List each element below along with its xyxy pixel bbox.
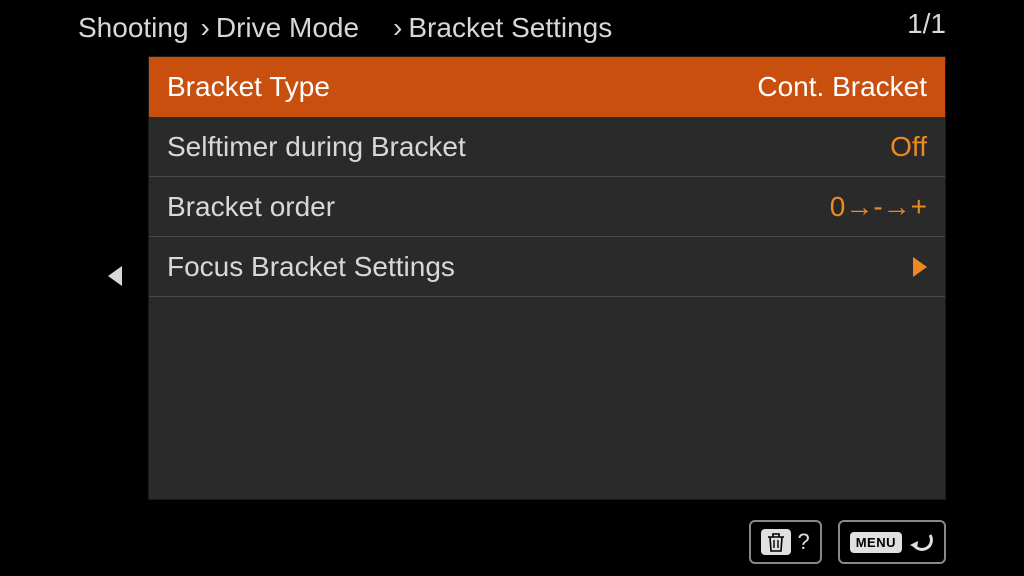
menu-icon: MENU [850, 532, 902, 553]
menu-panel: Bracket Type Cont. Bracket Selftimer dur… [148, 56, 946, 500]
back-arrow-icon [908, 531, 934, 553]
page-indicator: 1/1 [907, 8, 946, 40]
menu-item-focus-bracket-settings[interactable]: Focus Bracket Settings [149, 237, 945, 297]
menu-item-selftimer-bracket[interactable]: Selftimer during Bracket Off [149, 117, 945, 177]
menu-item-label: Bracket Type [167, 71, 330, 103]
menu-item-label: Focus Bracket Settings [167, 251, 455, 283]
breadcrumb-separator: › [201, 12, 210, 44]
breadcrumb-separator: › [393, 12, 402, 44]
footer-bar: ? MENU [749, 520, 946, 564]
help-label: ? [797, 529, 809, 555]
camera-menu-screen: Shooting › Drive Mode › Bracket Settings… [0, 0, 1024, 576]
submenu-indicator [913, 257, 927, 277]
trash-icon [761, 529, 791, 555]
breadcrumb: Shooting › Drive Mode › Bracket Settings [78, 8, 946, 48]
menu-item-bracket-type[interactable]: Bracket Type Cont. Bracket [149, 57, 945, 117]
breadcrumb-level3: Bracket Settings [408, 12, 612, 44]
menu-item-value: 0→-→+ [830, 191, 927, 223]
chevron-right-icon [913, 257, 927, 277]
menu-item-value: Off [890, 131, 927, 163]
nav-left-button[interactable] [108, 265, 122, 293]
menu-back-button[interactable]: MENU [838, 520, 946, 564]
menu-item-value: Cont. Bracket [757, 71, 927, 103]
menu-item-label: Bracket order [167, 191, 335, 223]
menu-item-bracket-order[interactable]: Bracket order 0→-→+ [149, 177, 945, 237]
breadcrumb-level1: Shooting [78, 12, 189, 44]
chevron-left-icon [108, 266, 122, 286]
help-button[interactable]: ? [749, 520, 821, 564]
breadcrumb-level2: Drive Mode [216, 12, 359, 44]
menu-item-label: Selftimer during Bracket [167, 131, 466, 163]
